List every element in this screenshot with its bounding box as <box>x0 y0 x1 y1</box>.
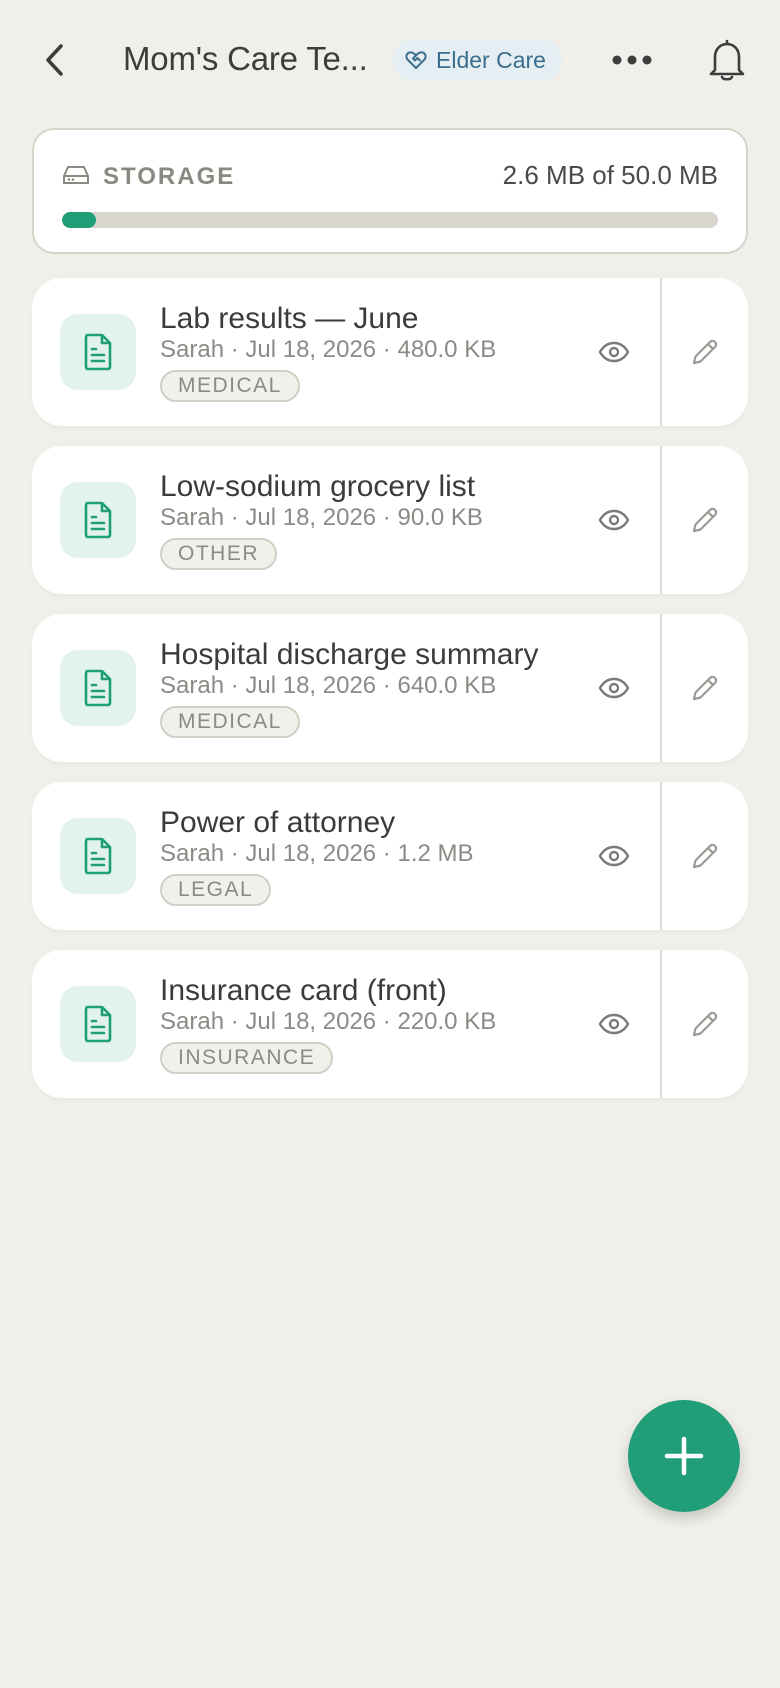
view-document-button[interactable] <box>592 834 636 878</box>
file-text-icon <box>84 1005 112 1043</box>
notifications-button[interactable] <box>703 36 751 84</box>
edit-document-button[interactable] <box>662 278 748 426</box>
document-thumbnail <box>60 818 136 894</box>
document-thumbnail <box>60 482 136 558</box>
document-meta: Sarah · Jul 18, 2026 · 220.0 KB <box>160 1008 497 1035</box>
file-text-icon <box>84 333 112 371</box>
storage-progress-bar <box>62 212 718 228</box>
storage-card: STORAGE 2.6 MB of 50.0 MB <box>32 128 748 254</box>
plus-icon <box>664 1436 704 1476</box>
document-thumbnail <box>60 314 136 390</box>
document-meta: Sarah · Jul 18, 2026 · 640.0 KB <box>160 672 497 699</box>
document-name: Lab results — June <box>160 302 419 335</box>
pencil-icon <box>692 1011 718 1037</box>
document-thumbnail <box>60 986 136 1062</box>
edit-document-button[interactable] <box>662 950 748 1098</box>
document-card[interactable]: Hospital discharge summary Sarah · Jul 1… <box>32 614 748 762</box>
document-thumbnail <box>60 650 136 726</box>
view-document-button[interactable] <box>592 498 636 542</box>
document-card[interactable]: Power of attorney Sarah · Jul 18, 2026 ·… <box>32 782 748 930</box>
storage-usage-text: 2.6 MB of 50.0 MB <box>502 160 718 190</box>
document-meta: Sarah · Jul 18, 2026 · 1.2 MB <box>160 840 474 867</box>
document-meta: Sarah · Jul 18, 2026 · 90.0 KB <box>160 504 483 531</box>
hard-drive-icon <box>63 166 89 184</box>
pencil-icon <box>692 843 718 869</box>
document-meta: Sarah · Jul 18, 2026 · 480.0 KB <box>160 336 497 363</box>
document-card[interactable]: Low-sodium grocery list Sarah · Jul 18, … <box>32 446 748 594</box>
document-name: Insurance card (front) <box>160 974 447 1007</box>
document-category-tag: INSURANCE <box>160 1042 334 1074</box>
top-bar: Mom's Care Te... Elder Care <box>0 0 780 120</box>
file-text-icon <box>84 837 112 875</box>
more-horizontal-icon <box>612 55 652 65</box>
file-text-icon <box>84 669 112 707</box>
storage-label: STORAGE <box>103 163 236 190</box>
more-options-button[interactable] <box>607 40 657 80</box>
badge-label: Elder Care <box>436 46 546 73</box>
document-category-tag: MEDICAL <box>160 706 300 738</box>
view-document-button[interactable] <box>592 330 636 374</box>
document-category-tag: MEDICAL <box>160 370 300 402</box>
heart-handshake-icon <box>405 51 427 69</box>
edit-document-button[interactable] <box>662 614 748 762</box>
eye-icon <box>598 1013 630 1035</box>
storage-progress-fill <box>62 212 97 228</box>
view-document-button[interactable] <box>592 666 636 710</box>
eye-icon <box>598 845 630 867</box>
eye-icon <box>598 341 630 363</box>
document-card[interactable]: Insurance card (front) Sarah · Jul 18, 2… <box>32 950 748 1098</box>
document-list: Lab results — June Sarah · Jul 18, 2026 … <box>32 278 748 1118</box>
view-document-button[interactable] <box>592 1002 636 1046</box>
add-document-button[interactable] <box>628 1400 740 1512</box>
document-name: Hospital discharge summary <box>160 638 539 671</box>
edit-document-button[interactable] <box>662 782 748 930</box>
pencil-icon <box>692 507 718 533</box>
document-card[interactable]: Lab results — June Sarah · Jul 18, 2026 … <box>32 278 748 426</box>
pencil-icon <box>692 675 718 701</box>
team-type-badge: Elder Care <box>392 39 562 81</box>
document-name: Low-sodium grocery list <box>160 470 476 503</box>
document-name: Power of attorney <box>160 806 396 839</box>
document-category-tag: OTHER <box>160 538 277 570</box>
document-category-tag: LEGAL <box>160 874 272 906</box>
chevron-left-icon <box>46 44 63 76</box>
eye-icon <box>598 509 630 531</box>
back-button[interactable] <box>34 38 74 82</box>
page-title: Mom's Care Te... <box>123 40 368 77</box>
eye-icon <box>598 677 630 699</box>
edit-document-button[interactable] <box>662 446 748 594</box>
bell-icon <box>709 39 745 81</box>
file-text-icon <box>84 501 112 539</box>
pencil-icon <box>692 339 718 365</box>
